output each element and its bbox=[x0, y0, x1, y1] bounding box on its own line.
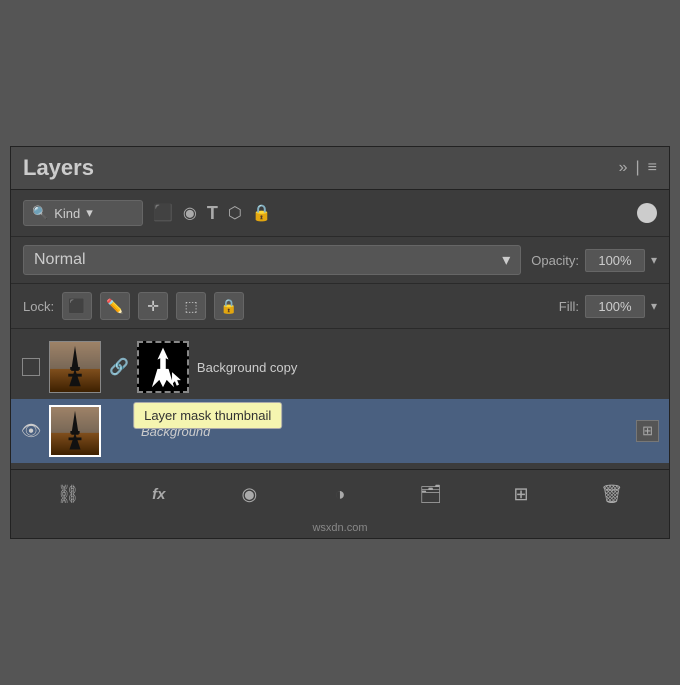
layer-thumbnail bbox=[49, 341, 101, 393]
layers-list: 🔗 Layer mask thumbnail Bac bbox=[11, 329, 669, 469]
panel-title: Layers bbox=[23, 155, 94, 181]
transform-filter-icon[interactable]: ⬡ bbox=[228, 203, 242, 223]
kind-chevron bbox=[86, 205, 93, 221]
layer-thumbnail bbox=[49, 405, 101, 457]
opacity-group: Opacity: 100% bbox=[531, 249, 657, 272]
layer-name: Background copy bbox=[197, 360, 659, 375]
filter-toggle[interactable] bbox=[637, 203, 657, 223]
circle-filter-icon[interactable]: ◉ bbox=[183, 203, 197, 223]
link-icon: 🔗 bbox=[109, 357, 129, 377]
adjustment-button[interactable]: ◑ bbox=[324, 478, 356, 510]
bottom-toolbar: ⛓ fx ◉ ◑ 🗂 ⊞ 🗑 bbox=[11, 469, 669, 518]
text-filter-icon[interactable]: T bbox=[207, 203, 218, 224]
lock-pixels-btn[interactable]: ⬛ bbox=[62, 292, 92, 320]
lock-image-btn[interactable]: ✏️ bbox=[100, 292, 130, 320]
fill-group: Fill: 100% bbox=[559, 295, 657, 318]
header-icons: » | ≡ bbox=[619, 159, 657, 177]
delete-button[interactable]: 🗑 bbox=[596, 478, 628, 510]
lock-badge: ⊞ bbox=[636, 420, 659, 442]
panel-header: Layers » | ≡ bbox=[11, 147, 669, 190]
visibility-toggle[interactable] bbox=[21, 357, 41, 377]
filter-bar: 🔍 Kind ⬛ ◉ T ⬡ 🔒 bbox=[11, 190, 669, 237]
folder-button[interactable]: 🗂 bbox=[415, 478, 447, 510]
blend-mode-dropdown[interactable]: Normal bbox=[23, 245, 521, 275]
opacity-input[interactable]: 100% bbox=[585, 249, 645, 272]
lock-position-btn[interactable]: ✛ bbox=[138, 292, 168, 320]
mask-tooltip: Layer mask thumbnail bbox=[133, 402, 282, 429]
search-icon: 🔍 bbox=[32, 205, 48, 221]
image-filter-icon[interactable]: ⬛ bbox=[153, 203, 173, 223]
fx-button[interactable]: fx bbox=[143, 478, 175, 510]
lock-bar: Lock: ⬛ ✏️ ✛ ⬚ 🔒 Fill: 100% bbox=[11, 284, 669, 329]
forward-icon[interactable]: » bbox=[619, 159, 628, 177]
fill-chevron[interactable] bbox=[651, 299, 657, 313]
fill-input[interactable]: 100% bbox=[585, 295, 645, 318]
filter-icons: ⬛ ◉ T ⬡ 🔒 bbox=[153, 203, 272, 224]
kind-dropdown[interactable]: 🔍 Kind bbox=[23, 200, 143, 226]
blend-mode-label: Normal bbox=[34, 251, 86, 269]
kind-label: Kind bbox=[54, 206, 80, 221]
layers-panel: Layers » | ≡ 🔍 Kind ⬛ ◉ T ⬡ 🔒 bbox=[10, 146, 670, 539]
opacity-label: Opacity: bbox=[531, 253, 579, 268]
layer-row[interactable]: 🔗 Layer mask thumbnail Bac bbox=[11, 335, 669, 399]
blend-bar: Normal Opacity: 100% bbox=[11, 237, 669, 284]
fill-label: Fill: bbox=[559, 299, 579, 314]
watermark: wsxdn.com bbox=[11, 518, 669, 538]
layer-row[interactable]: 👁 bbox=[11, 399, 669, 463]
blend-chevron bbox=[502, 250, 510, 270]
mask-thumbnail-wrap: Layer mask thumbnail bbox=[137, 341, 189, 393]
menu-icon[interactable]: ≡ bbox=[648, 159, 657, 177]
new-layer-button[interactable]: ⊞ bbox=[505, 478, 537, 510]
lock-artboard-btn[interactable]: ⬚ bbox=[176, 292, 206, 320]
lock-all-btn[interactable]: 🔒 bbox=[214, 292, 244, 320]
link-layers-button[interactable]: ⛓ bbox=[52, 478, 84, 510]
add-mask-button[interactable]: ◉ bbox=[233, 478, 265, 510]
lock-filter-icon[interactable]: 🔒 bbox=[252, 203, 272, 223]
mask-thumbnail[interactable] bbox=[137, 341, 189, 393]
lock-label: Lock: bbox=[23, 299, 54, 314]
opacity-chevron[interactable] bbox=[651, 253, 657, 267]
visibility-toggle[interactable]: 👁 bbox=[21, 421, 41, 441]
